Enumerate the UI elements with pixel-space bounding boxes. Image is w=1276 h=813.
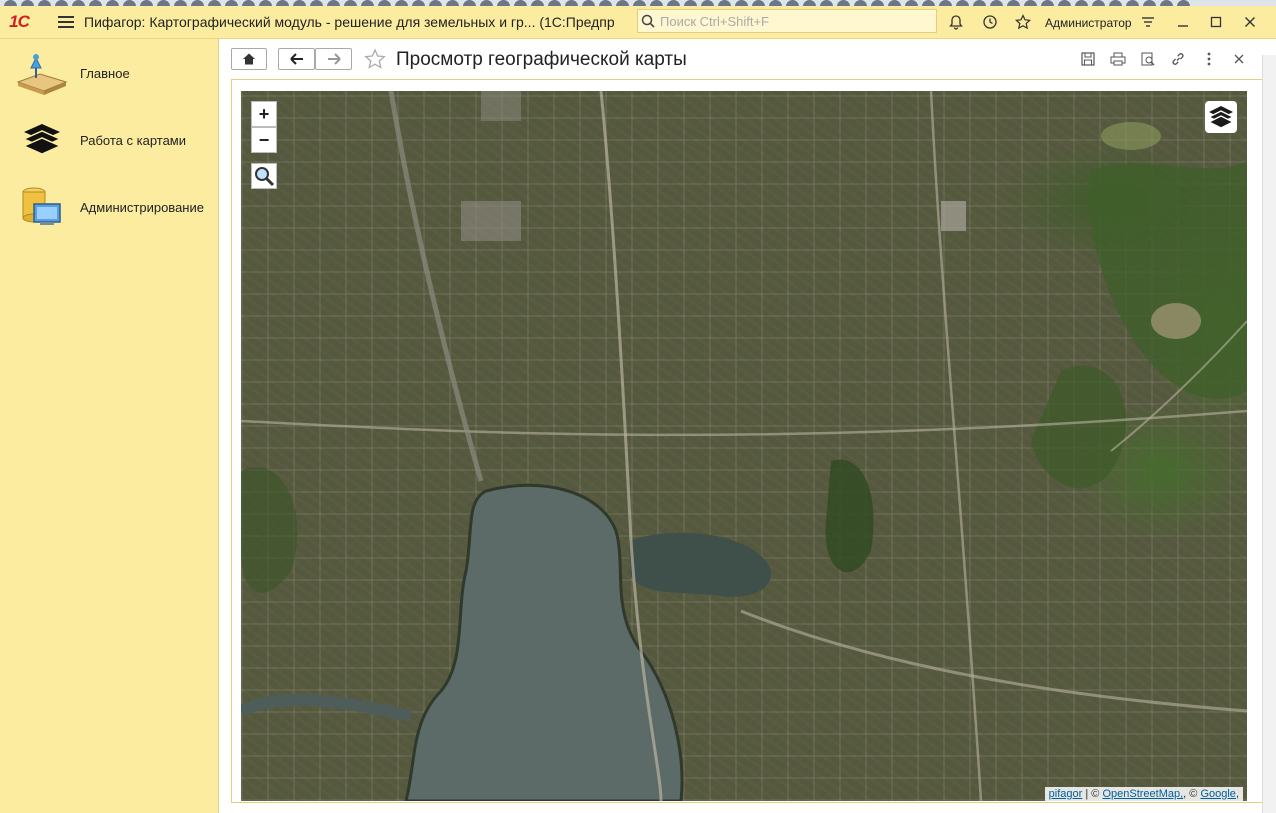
more-actions-icon[interactable] xyxy=(1199,49,1219,69)
arrow-left-icon xyxy=(289,53,303,65)
sidebar-item-main[interactable]: Главное xyxy=(0,43,218,103)
close-window-icon[interactable] xyxy=(1240,12,1260,32)
favorite-star-icon[interactable] xyxy=(363,47,387,71)
arrow-right-icon xyxy=(327,53,341,65)
magnifier-icon xyxy=(255,167,275,187)
bell-icon[interactable] xyxy=(946,12,966,32)
favorites-star-icon[interactable] xyxy=(1013,12,1033,32)
search-input[interactable] xyxy=(658,12,936,30)
database-computer-icon xyxy=(0,182,80,232)
satellite-map[interactable]: + − pifagor | © OpenStreetMap,, © Google… xyxy=(241,91,1247,801)
preview-icon[interactable] xyxy=(1138,49,1158,69)
map-attribution: pifagor | © OpenStreetMap,, © Google, xyxy=(1044,787,1243,801)
sidebar-item-maps[interactable]: Работа с картами xyxy=(0,110,218,170)
search-icon xyxy=(638,14,658,28)
close-form-icon[interactable] xyxy=(1229,49,1249,69)
page-title: Просмотр географической карты xyxy=(396,49,687,70)
layers-switch-icon xyxy=(1207,106,1235,129)
background-window-edge xyxy=(1262,55,1276,813)
attribution-link-google[interactable]: Google xyxy=(1200,788,1235,800)
app-title: Пифагор: Картографический модуль - решен… xyxy=(84,14,614,30)
magnifier-search-button[interactable] xyxy=(251,163,277,189)
back-button[interactable] xyxy=(278,48,315,70)
attribution-separator: | © xyxy=(1082,788,1103,800)
layers-icon xyxy=(0,115,80,165)
zoom-out-button[interactable]: − xyxy=(251,127,277,153)
content-area: Просмотр географической карты + − pifago… xyxy=(219,39,1276,813)
print-icon[interactable] xyxy=(1108,49,1128,69)
main-menu-icon[interactable] xyxy=(58,16,74,28)
globe-stand-icon xyxy=(0,48,80,98)
link-icon[interactable] xyxy=(1168,49,1188,69)
minimize-icon[interactable] xyxy=(1173,12,1193,32)
home-icon xyxy=(243,53,255,65)
sidebar-item-label: Администрирование xyxy=(80,199,204,215)
sidebar-item-admin[interactable]: Администрирование xyxy=(0,177,218,237)
attribution-tail: , xyxy=(1235,788,1239,800)
attribution-link-pifagor[interactable]: pifagor xyxy=(1049,788,1083,800)
home-button[interactable] xyxy=(231,48,267,70)
zoom-in-button[interactable]: + xyxy=(251,101,277,127)
layer-switcher-button[interactable] xyxy=(1205,101,1237,133)
user-name[interactable]: Администратор xyxy=(1045,16,1132,30)
history-icon[interactable] xyxy=(980,12,1000,32)
attribution-link-osm[interactable]: OpenStreetMap, xyxy=(1102,788,1183,800)
title-bar: 1С Пифагор: Картографический модуль - ре… xyxy=(0,6,1276,39)
sidebar-item-label: Работа с картами xyxy=(80,132,187,148)
app-logo: 1С xyxy=(9,12,30,31)
attribution-separator: , © xyxy=(1183,788,1201,800)
save-icon[interactable] xyxy=(1078,49,1098,69)
map-imagery xyxy=(241,91,1247,801)
sidebar: Главное Работа с картами Администрирован… xyxy=(0,39,219,813)
sidebar-item-label: Главное xyxy=(80,65,130,81)
map-frame: + − pifagor | © OpenStreetMap,, © Google… xyxy=(231,79,1268,803)
maximize-icon[interactable] xyxy=(1206,12,1226,32)
forward-button[interactable] xyxy=(315,48,352,70)
settings-menu-icon[interactable] xyxy=(1138,12,1158,32)
global-search[interactable] xyxy=(637,9,937,33)
